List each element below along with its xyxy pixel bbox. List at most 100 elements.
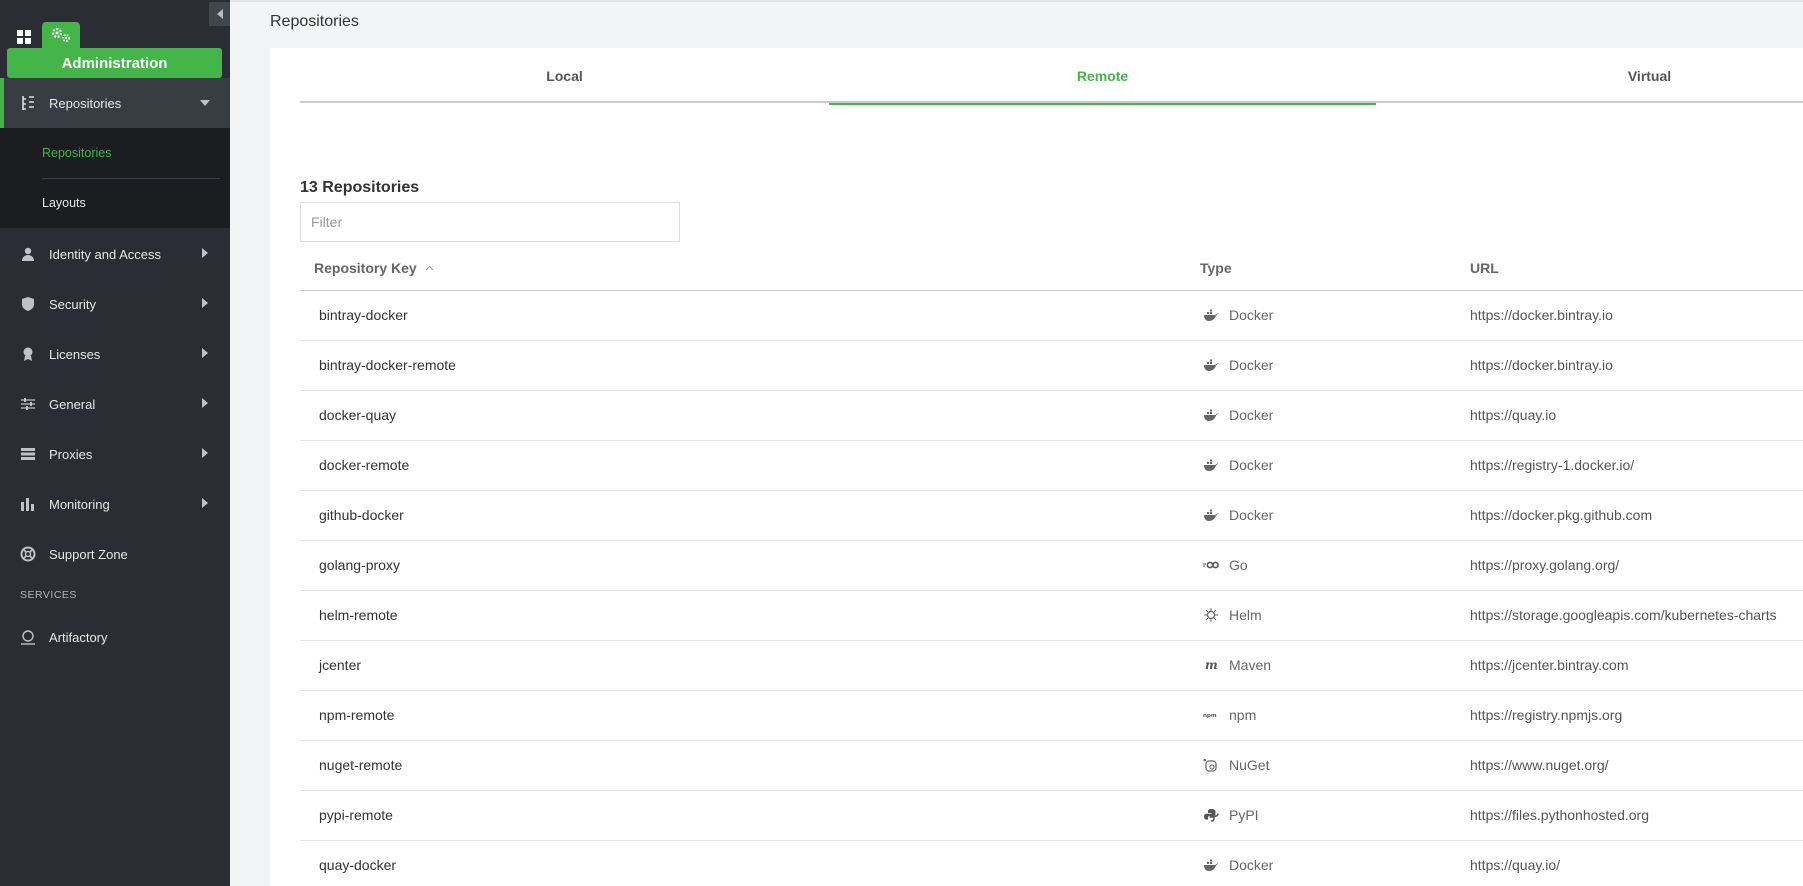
- shield-icon: [17, 295, 39, 313]
- repository-type-label: Docker: [1229, 357, 1274, 373]
- python-icon: [1203, 808, 1219, 822]
- table-row[interactable]: bintray-docker-remote Docker https://docke…: [300, 341, 1803, 391]
- repository-type-label: Go: [1229, 557, 1248, 573]
- repositories-subnav: Repositories Layouts: [0, 128, 230, 228]
- table-row[interactable]: npm-remote npm npm https://registry.npmjs.o…: [300, 691, 1803, 741]
- repository-type-label: Docker: [1229, 857, 1274, 873]
- services-section-label: SERVICES: [20, 589, 77, 601]
- docker-icon: [1203, 858, 1219, 872]
- table-header: Repository Key Type URL: [300, 246, 1803, 291]
- repository-type-label: Docker: [1229, 407, 1274, 423]
- collapse-sidebar-button[interactable]: [209, 2, 230, 26]
- repository-key-cell[interactable]: golang-proxy: [319, 557, 400, 573]
- filter-input[interactable]: [300, 202, 680, 242]
- subnav-item-layouts[interactable]: Layouts: [42, 196, 86, 210]
- chevron-right-icon: [202, 248, 208, 258]
- table-row[interactable]: docker-remote Docker https://registry-1.do…: [300, 441, 1803, 491]
- repository-type-cell: Helm: [1203, 607, 1262, 623]
- column-header-repository-key[interactable]: Repository Key: [314, 260, 434, 276]
- administration-header: Administration: [7, 48, 222, 78]
- helm-icon: [1203, 608, 1219, 622]
- repository-type-label: Maven: [1229, 657, 1272, 673]
- tab-virtual[interactable]: Virtual: [1376, 48, 1803, 103]
- repository-type-cell: Docker: [1203, 507, 1273, 523]
- repository-url-cell: https://files.pythonhosted.org: [1470, 807, 1649, 823]
- sidebar-item-monitoring[interactable]: Monitoring: [0, 479, 230, 529]
- repository-key-cell[interactable]: github-docker: [319, 507, 404, 523]
- npm-icon: npm: [1203, 708, 1219, 722]
- repository-type-label: PyPI: [1229, 807, 1259, 823]
- sidebar-item-support-zone[interactable]: Support Zone: [0, 529, 230, 579]
- server-icon: [17, 445, 39, 463]
- maven-icon: m: [1203, 658, 1219, 672]
- repository-type-label: Docker: [1229, 507, 1274, 523]
- docker-icon: [1203, 358, 1219, 372]
- repository-key-cell[interactable]: helm-remote: [319, 607, 398, 623]
- chevron-right-icon: [202, 398, 208, 408]
- tab-remote[interactable]: Remote: [829, 48, 1376, 105]
- page-title: Repositories: [270, 13, 359, 30]
- sidebar-item-repositories[interactable]: Repositories: [0, 78, 230, 128]
- sidebar-item-label: General: [49, 396, 96, 412]
- repository-key-cell[interactable]: bintray-docker: [319, 307, 408, 323]
- repository-url-cell: https://storage.googleapis.com/kubernete…: [1470, 607, 1777, 623]
- table-row[interactable]: quay-docker Docker https://quay.io/: [300, 841, 1803, 886]
- repository-url-cell: https://proxy.golang.org/: [1470, 557, 1620, 573]
- support-icon: [17, 545, 39, 563]
- gears-icon: [51, 27, 70, 42]
- sidebar-item-general[interactable]: General: [0, 379, 230, 429]
- repository-type-label: Helm: [1229, 607, 1262, 623]
- repository-key-cell[interactable]: nuget-remote: [319, 757, 402, 773]
- go-icon: [1203, 558, 1219, 572]
- divider: [42, 178, 220, 179]
- table-row[interactable]: golang-proxy Go https://proxy.golang.org/: [300, 541, 1803, 591]
- sidebar-item-identity-and-access[interactable]: Identity and Access: [0, 229, 230, 279]
- repository-key-cell[interactable]: docker-remote: [319, 457, 409, 473]
- repository-key-cell[interactable]: pypi-remote: [319, 807, 393, 823]
- sidebar-item-proxies[interactable]: Proxies: [0, 429, 230, 479]
- license-icon: [17, 345, 39, 363]
- repositories-table: Repository Key Type URL bintray-docker Do…: [300, 246, 1803, 886]
- administration-tab[interactable]: [42, 22, 80, 48]
- repository-url-cell: https://quay.io: [1470, 407, 1557, 423]
- chevron-down-icon: [200, 100, 210, 106]
- column-header-url[interactable]: URL: [1470, 260, 1499, 276]
- repository-url-cell: https://registry-1.docker.io/: [1470, 457, 1635, 473]
- repository-type-cell: Docker: [1203, 307, 1273, 323]
- table-row[interactable]: helm-remote Helm https://storage.googleapi…: [300, 591, 1803, 641]
- sidebar-item-label: Security: [49, 296, 96, 312]
- repository-type-cell: Docker: [1203, 357, 1273, 373]
- table-row[interactable]: bintray-docker Docker https://docker.bintr…: [300, 291, 1803, 341]
- repository-key-cell[interactable]: quay-docker: [319, 857, 396, 873]
- repository-url-cell: https://quay.io/: [1470, 857, 1561, 873]
- repository-key-cell[interactable]: docker-quay: [319, 407, 396, 423]
- repository-key-cell[interactable]: npm-remote: [319, 707, 394, 723]
- repository-type-cell: Go: [1203, 557, 1248, 573]
- repository-key-cell[interactable]: jcenter: [319, 657, 361, 673]
- apps-grid-icon[interactable]: [16, 29, 32, 45]
- top-border: [230, 0, 1803, 2]
- repository-key-cell[interactable]: bintray-docker-remote: [319, 357, 456, 373]
- repositories-card: Local Remote Virtual 13 Repositories Rep…: [270, 48, 1803, 886]
- subnav-item-repositories[interactable]: Repositories: [42, 146, 111, 160]
- repository-type-cell: Docker: [1203, 407, 1273, 423]
- sliders-icon: [17, 395, 39, 413]
- tab-local[interactable]: Local: [300, 48, 829, 103]
- user-icon: [17, 245, 39, 263]
- docker-icon: [1203, 308, 1219, 322]
- sidebar-item-security[interactable]: Security: [0, 279, 230, 329]
- docker-icon: [1203, 458, 1219, 472]
- table-row[interactable]: docker-quay Docker https://quay.io: [300, 391, 1803, 441]
- table-row[interactable]: jcenter m Maven https://jcenter.bintray.com: [300, 641, 1803, 691]
- sidebar-item-label: Identity and Access: [49, 246, 162, 262]
- sidebar-item-licenses[interactable]: Licenses: [0, 329, 230, 379]
- table-row[interactable]: nuget-remote NuGet https://www.nuget.org/: [300, 741, 1803, 791]
- repository-type-cell: Docker: [1203, 857, 1273, 873]
- repositories-icon: [17, 94, 39, 112]
- table-row[interactable]: pypi-remote PyPI https://files.pythonhoste…: [300, 791, 1803, 841]
- repository-url-cell: https://docker.pkg.github.com: [1470, 507, 1653, 523]
- sidebar-item-artifactory[interactable]: Artifactory: [0, 612, 230, 662]
- table-row[interactable]: github-docker Docker https://docker.pkg.gi…: [300, 491, 1803, 541]
- column-header-type[interactable]: Type: [1200, 260, 1232, 276]
- repository-url-cell: https://jcenter.bintray.com: [1470, 657, 1629, 673]
